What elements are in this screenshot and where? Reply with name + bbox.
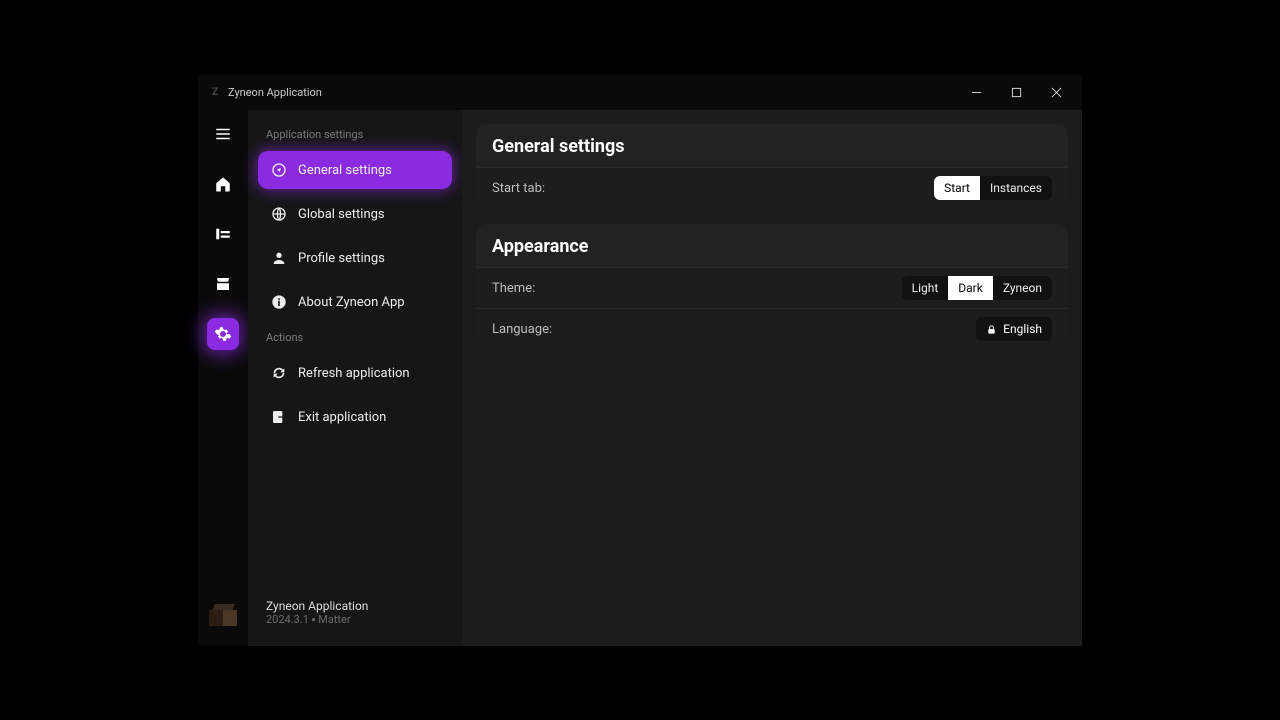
compass-icon [270, 161, 288, 179]
sidebar-item-global-settings[interactable]: Global settings [258, 195, 452, 233]
footer-version: 2024.3.1 ▪ Matter [266, 613, 444, 626]
menu-icon [214, 125, 232, 143]
close-button[interactable] [1044, 80, 1068, 104]
maximize-button[interactable] [1004, 80, 1028, 104]
window-controls [964, 80, 1072, 104]
sidebar-item-refresh[interactable]: Refresh application [258, 354, 452, 392]
sidebar-item-label: Refresh application [298, 366, 410, 381]
lock-icon [986, 324, 997, 335]
rail-settings-button[interactable] [207, 318, 239, 350]
language-value[interactable]: English [976, 317, 1052, 341]
sidebar: Application settings General settings Gl… [248, 110, 462, 646]
sidebar-item-profile-settings[interactable]: Profile settings [258, 239, 452, 277]
home-icon [214, 175, 232, 193]
segmented-theme: Light Dark Zyneon [902, 276, 1052, 300]
app-body: Application settings General settings Gl… [198, 110, 1082, 646]
label-start-tab: Start tab: [492, 181, 545, 196]
rail-menu-button[interactable] [207, 118, 239, 150]
seg-theme-light[interactable]: Light [902, 276, 949, 300]
label-language: Language: [492, 322, 552, 337]
seg-start[interactable]: Start [934, 176, 980, 200]
minimize-button[interactable] [964, 80, 988, 104]
app-logo-icon: Z [208, 85, 222, 99]
rail-footer-logo [207, 600, 239, 632]
sidebar-item-about[interactable]: About Zyneon App [258, 283, 452, 321]
sidebar-item-general-settings[interactable]: General settings [258, 151, 452, 189]
nav-rail [198, 110, 248, 646]
panel-general: General settings Start tab: Start Instan… [476, 124, 1068, 208]
row-language: Language: English [476, 308, 1068, 349]
rail-store-button[interactable] [207, 268, 239, 300]
seg-instances[interactable]: Instances [980, 176, 1052, 200]
content-area: General settings Start tab: Start Instan… [462, 110, 1082, 646]
sidebar-item-label: About Zyneon App [298, 295, 405, 310]
sidebar-section-actions: Actions [258, 327, 452, 354]
sidebar-item-exit[interactable]: Exit application [258, 398, 452, 436]
info-icon [270, 293, 288, 311]
seg-theme-zyneon[interactable]: Zyneon [993, 276, 1052, 300]
seg-theme-dark[interactable]: Dark [948, 276, 993, 300]
panel-appearance: Appearance Theme: Light Dark Zyneon Lang… [476, 224, 1068, 349]
rail-library-button[interactable] [207, 218, 239, 250]
person-icon [270, 249, 288, 267]
row-start-tab: Start tab: Start Instances [476, 167, 1068, 208]
sidebar-item-label: Profile settings [298, 251, 385, 266]
sidebar-footer: Zyneon Application 2024.3.1 ▪ Matter [258, 599, 452, 632]
store-icon [214, 275, 232, 293]
row-theme: Theme: Light Dark Zyneon [476, 267, 1068, 308]
sidebar-item-label: General settings [298, 163, 392, 178]
cube-icon [209, 604, 237, 628]
refresh-icon [270, 364, 288, 382]
app-title: Zyneon Application [228, 86, 322, 99]
language-text: English [1003, 322, 1042, 336]
panel-title-general: General settings [492, 136, 1052, 157]
segmented-start-tab: Start Instances [934, 176, 1052, 200]
globe-icon [270, 205, 288, 223]
app-window: Z Zyneon Application [198, 74, 1082, 646]
sidebar-item-label: Exit application [298, 410, 386, 425]
exit-icon [270, 408, 288, 426]
gear-icon [214, 325, 232, 343]
footer-app-name: Zyneon Application [266, 599, 444, 613]
library-icon [214, 225, 232, 243]
titlebar: Z Zyneon Application [198, 74, 1082, 110]
rail-home-button[interactable] [207, 168, 239, 200]
panel-title-appearance: Appearance [492, 236, 1052, 257]
sidebar-section-app-settings: Application settings [258, 124, 452, 151]
sidebar-item-label: Global settings [298, 207, 385, 222]
label-theme: Theme: [492, 281, 535, 296]
